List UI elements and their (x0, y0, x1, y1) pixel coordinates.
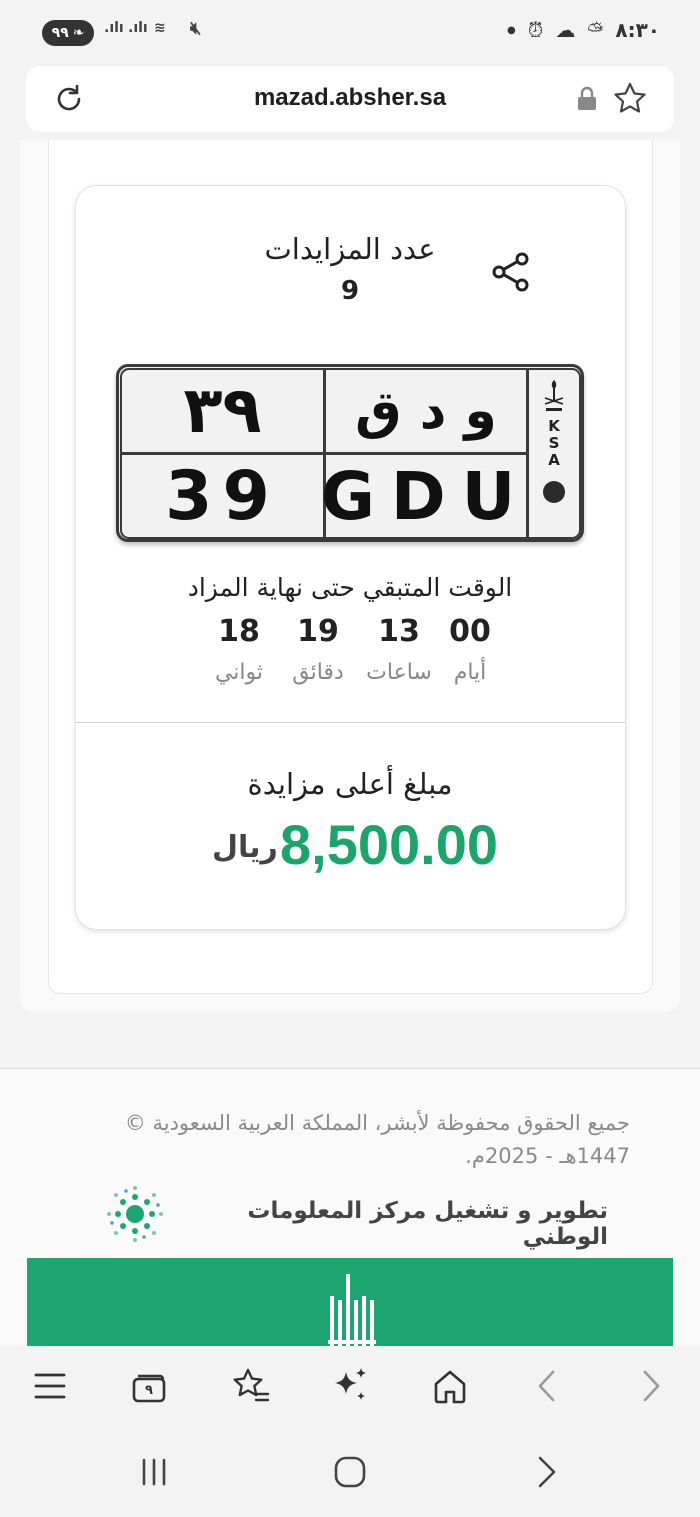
leaf-icon: ❧ (72, 25, 85, 41)
clock: ٨:٣٠ (615, 18, 660, 42)
signal-icon-2: .ılı (128, 20, 148, 36)
highest-bid-label: مبلغ أعلى مزايدة (247, 767, 453, 801)
alarm-icon: ⏰︎ (527, 18, 544, 42)
menu-icon[interactable] (28, 1364, 72, 1408)
back-nav-icon[interactable] (524, 1450, 568, 1494)
card-divider (76, 722, 625, 723)
bookmarks-icon[interactable] (228, 1364, 272, 1408)
plate-letters-english: GDU (321, 453, 528, 539)
bookmark-star-icon[interactable] (611, 80, 649, 118)
status-right: ● ⏰︎ ☁︎ ⛅︎ ٨:٣٠ (507, 18, 660, 42)
recent-apps-icon[interactable] (132, 1450, 176, 1494)
countdown-days: 00 (449, 614, 491, 649)
developed-by-text: تطوير و تشغيل مركز المعلومات الوطني (247, 1198, 608, 1250)
countdown-hours-label: ساعات (366, 660, 432, 685)
copyright-text: جميع الحقوق محفوظة لأبشر، المملكة العربي… (124, 1111, 630, 1168)
back-icon[interactable] (526, 1364, 570, 1408)
mute-icon: 🔇︎ (190, 18, 202, 39)
countdown-hours: 13 (378, 614, 420, 649)
countdown-minutes: 19 (297, 614, 339, 649)
plate-dot-icon (543, 481, 565, 503)
tabs-button[interactable]: ٩ (128, 1364, 172, 1408)
plate-numbers-arabic: ٣٩ (120, 368, 325, 454)
weather-icon: ⛅︎ (587, 18, 604, 42)
time-remaining-label: الوقت المتبقي حتى نهاية المزاد (187, 573, 513, 602)
plate-ksa-a: A (548, 451, 560, 469)
license-plate: ٣٩ و د ق 39 GDU K S A (116, 364, 584, 542)
lock-icon[interactable] (576, 86, 598, 112)
address-bar[interactable]: mazad.absher.sa (26, 66, 674, 132)
home-icon[interactable] (428, 1364, 472, 1408)
bids-count-value: 9 (340, 276, 360, 306)
notification-pill: ٩٩ ❧ (42, 20, 94, 46)
home-nav-icon[interactable] (328, 1450, 372, 1494)
forward-icon[interactable] (628, 1364, 672, 1408)
absher-logo-icon (328, 1274, 376, 1346)
highest-bid-amount: 8,500.00 (280, 813, 498, 876)
plate-ksa-k: K (548, 417, 560, 435)
notification-pill-text: ٩٩ (51, 25, 69, 41)
nic-logo-icon (107, 1186, 163, 1242)
tabs-count: ٩ (145, 1382, 153, 1398)
countdown-seconds-label: ثواني (214, 660, 264, 685)
status-bar: ٩٩ ❧ .ılı .ılı ≋ 🔇︎ ● ⏰︎ ☁︎ ⛅︎ ٨:٣٠ (0, 0, 700, 62)
plate-country-strip: K S A (527, 368, 581, 539)
ai-sparkle-icon[interactable] (328, 1364, 372, 1408)
saudi-emblem-icon (544, 380, 564, 411)
plate-ksa-s: S (548, 434, 560, 452)
signal-icon: .ılı (104, 20, 124, 36)
countdown-seconds: 18 (218, 614, 260, 649)
currency-label: ريال (212, 830, 278, 865)
countdown-minutes-label: دقائق (292, 660, 344, 685)
plate-numbers-english: 39 (120, 453, 325, 539)
dot-icon: ● (507, 24, 516, 36)
wifi-icon: ≋ (154, 20, 166, 36)
plate-letters-arabic: و د ق (324, 368, 528, 454)
bids-count-label: عدد المزايدات (264, 232, 436, 266)
cloud-icon: ☁︎ (555, 18, 576, 42)
